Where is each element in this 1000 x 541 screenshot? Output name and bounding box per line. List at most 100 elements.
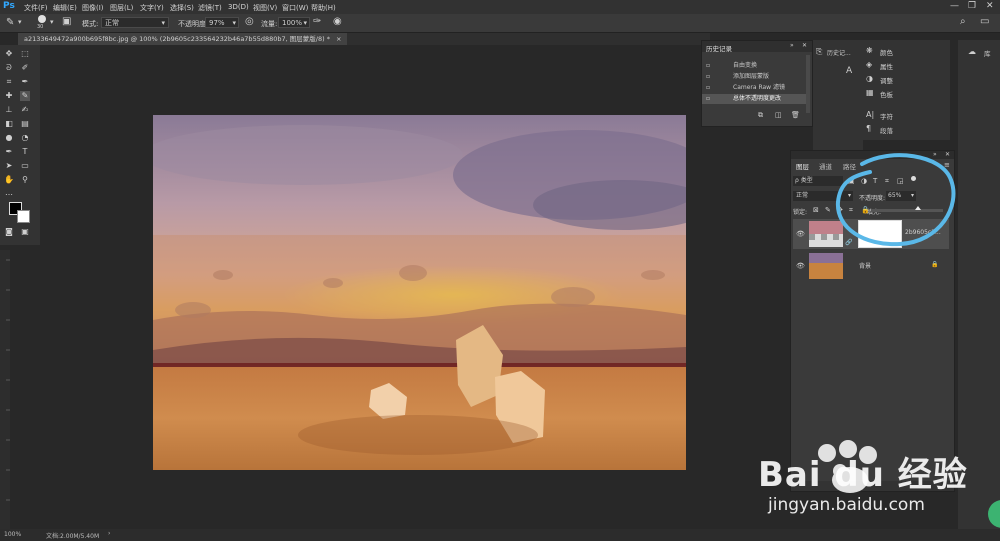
tab-layers[interactable]: 图层 — [796, 161, 809, 171]
adjustments-panel-label[interactable]: 调整 — [880, 75, 893, 85]
workspace-icon[interactable]: ▭ — [980, 16, 989, 27]
visibility-eye-icon[interactable]: 👁 — [796, 262, 805, 270]
marquee-tool-icon[interactable]: ⬚ — [20, 49, 30, 59]
menu-edit[interactable]: 编辑(E) — [53, 3, 77, 13]
maximize-button[interactable]: ❐ — [968, 1, 976, 11]
collapse-icon[interactable]: » — [790, 42, 794, 49]
pen-tool-icon[interactable]: ✒ — [4, 147, 14, 157]
menu-type[interactable]: 文字(Y) — [140, 3, 164, 13]
history-item[interactable]: ▫ 添加图层蒙版 — [702, 72, 806, 82]
mode-select[interactable]: 正常 ▾ — [101, 17, 169, 28]
libraries-panel-label[interactable]: 库 — [984, 48, 991, 58]
menu-image[interactable]: 图像(I) — [82, 3, 104, 13]
crop-tool-icon[interactable]: ⌗ — [4, 77, 14, 87]
path-select-icon[interactable]: ➤ — [4, 161, 14, 171]
pressure-opacity-icon[interactable]: ◎ — [245, 16, 254, 27]
clone-stamp-icon[interactable]: ⊥ — [4, 105, 14, 115]
menu-layer[interactable]: 图层(L) — [110, 3, 133, 13]
menu-view[interactable]: 视图(V) — [253, 3, 277, 13]
history-item[interactable]: ▫ 自由变换 — [702, 61, 806, 71]
layer-row[interactable]: 👁 背景 🔒 — [793, 251, 949, 281]
chevron-down-icon[interactable]: ▾ — [18, 18, 22, 26]
new-document-icon[interactable]: ⧉ — [758, 111, 763, 120]
status-menu-arrow[interactable]: › — [108, 530, 110, 537]
history-item[interactable]: ▫ Camera Raw 滤镜 — [702, 83, 806, 93]
chevron-down-icon[interactable]: ▾ — [50, 18, 54, 26]
watermark-url: jingyan.baidu.com — [768, 495, 925, 515]
search-icon[interactable]: ⌕ — [960, 16, 966, 27]
background-color-swatch[interactable] — [17, 210, 30, 223]
menu-window[interactable]: 窗口(W) — [282, 3, 308, 13]
swatches-panel-label[interactable]: 色板 — [880, 89, 893, 99]
screen-mode-icon[interactable]: ▣ — [20, 227, 30, 237]
menu-help[interactable]: 帮助(H) — [311, 3, 336, 13]
color-palette-icon[interactable]: ❋ — [866, 46, 873, 55]
brush-preset-icon[interactable] — [38, 15, 46, 23]
move-tool-icon[interactable]: ✥ — [4, 49, 14, 59]
quick-mask-icon[interactable]: ◙ — [4, 227, 14, 237]
flow-field[interactable]: 100% ▾ — [278, 17, 310, 28]
quick-select-tool-icon[interactable]: ✐ — [20, 63, 30, 73]
history-brush-icon[interactable]: ▫ — [706, 61, 710, 71]
brush-size: 30 — [37, 24, 44, 30]
zoom-tool-icon[interactable]: ⚲ — [20, 175, 30, 185]
rectangle-tool-icon[interactable]: ▭ — [20, 161, 30, 171]
properties-panel-label[interactable]: 属性 — [880, 61, 893, 71]
character-icon[interactable]: A| — [866, 110, 874, 119]
adjustments-icon[interactable]: ◑ — [866, 74, 873, 83]
collapsed-panel-dock: ⎘ 历史记... A — [813, 40, 863, 150]
menu-filter[interactable]: 滤镜(T) — [198, 3, 222, 13]
history-brush-icon[interactable]: ▫ — [706, 94, 710, 104]
opacity-field[interactable]: 97% ▾ — [205, 17, 239, 28]
layer-thumbnail — [809, 253, 843, 279]
snapshot-icon[interactable]: ◫ — [775, 111, 782, 119]
lock-transparent-icon[interactable]: ⊠ — [813, 206, 819, 214]
close-window-button[interactable]: ✕ — [986, 1, 994, 11]
document-image[interactable] — [153, 115, 686, 470]
document-tab-title: a2133649472a900b695f8bc.jpg @ 100% (2b96… — [24, 35, 330, 43]
airbrush-icon[interactable]: ✑ — [313, 16, 321, 27]
history-dock-label[interactable]: 历史记... — [827, 48, 851, 57]
dodge-tool-icon[interactable]: ◔ — [20, 133, 30, 143]
eyedropper-tool-icon[interactable]: ✒ — [20, 77, 30, 87]
pressure-size-icon[interactable]: ◉ — [333, 16, 342, 27]
zoom-level[interactable]: 100% — [4, 531, 21, 538]
paragraph-panel-label[interactable]: 段落 — [880, 125, 893, 135]
history-panel-icon[interactable]: ⎘ — [816, 47, 822, 57]
history-brush-icon[interactable]: ▫ — [706, 83, 710, 93]
paragraph-icon[interactable]: ¶ — [866, 124, 871, 133]
brush-panel-icon[interactable]: ▣ — [62, 16, 71, 27]
healing-brush-icon[interactable]: ✚ — [4, 91, 14, 101]
history-panel-title[interactable]: 历史记录 — [706, 43, 732, 53]
swatches-icon[interactable]: ▦ — [866, 88, 874, 97]
blur-tool-icon[interactable]: ● — [4, 133, 14, 143]
lasso-tool-icon[interactable]: ᘐ — [4, 63, 14, 73]
menu-select[interactable]: 选择(S) — [170, 3, 194, 13]
gradient-tool-icon[interactable]: ▤ — [20, 119, 30, 129]
menu-3d[interactable]: 3D(D) — [228, 3, 249, 11]
brush-tool-icon[interactable]: ✎ — [6, 17, 14, 28]
close-icon[interactable]: ✕ — [802, 42, 807, 49]
history-brush-icon[interactable]: ▫ — [706, 72, 710, 82]
hand-tool-icon[interactable]: ✋ — [4, 175, 14, 185]
visibility-eye-icon[interactable]: 👁 — [796, 230, 805, 238]
menu-bar: Ps 文件(F) 编辑(E) 图像(I) 图层(L) 文字(Y) 选择(S) 滤… — [0, 0, 1000, 14]
history-brush-icon[interactable]: ✍ — [20, 105, 30, 115]
history-item-active[interactable]: ▫ 总体不透明度更改 — [702, 94, 806, 104]
character-panel-label[interactable]: 字符 — [880, 111, 893, 121]
trash-icon[interactable]: 🗑 — [791, 111, 800, 119]
brush-tool-icon[interactable]: ✎ — [20, 91, 30, 101]
document-tab[interactable]: a2133649472a900b695f8bc.jpg @ 100% (2b96… — [18, 33, 348, 45]
properties-icon[interactable]: ◈ — [866, 60, 872, 69]
history-scrollbar[interactable] — [806, 55, 810, 113]
character-panel-icon[interactable]: A — [846, 66, 852, 76]
menu-file[interactable]: 文件(F) — [24, 3, 48, 13]
color-panel-label[interactable]: 颜色 — [880, 47, 893, 57]
tab-close-icon[interactable]: × — [336, 35, 341, 43]
chevron-down-icon: ▾ — [303, 19, 307, 27]
eraser-tool-icon[interactable]: ◧ — [4, 119, 14, 129]
type-tool-icon[interactable]: T — [20, 147, 30, 157]
libraries-icon[interactable]: ☁ — [968, 47, 976, 56]
more-tools-icon[interactable]: … — [4, 188, 14, 198]
minimize-button[interactable]: — — [950, 1, 959, 11]
